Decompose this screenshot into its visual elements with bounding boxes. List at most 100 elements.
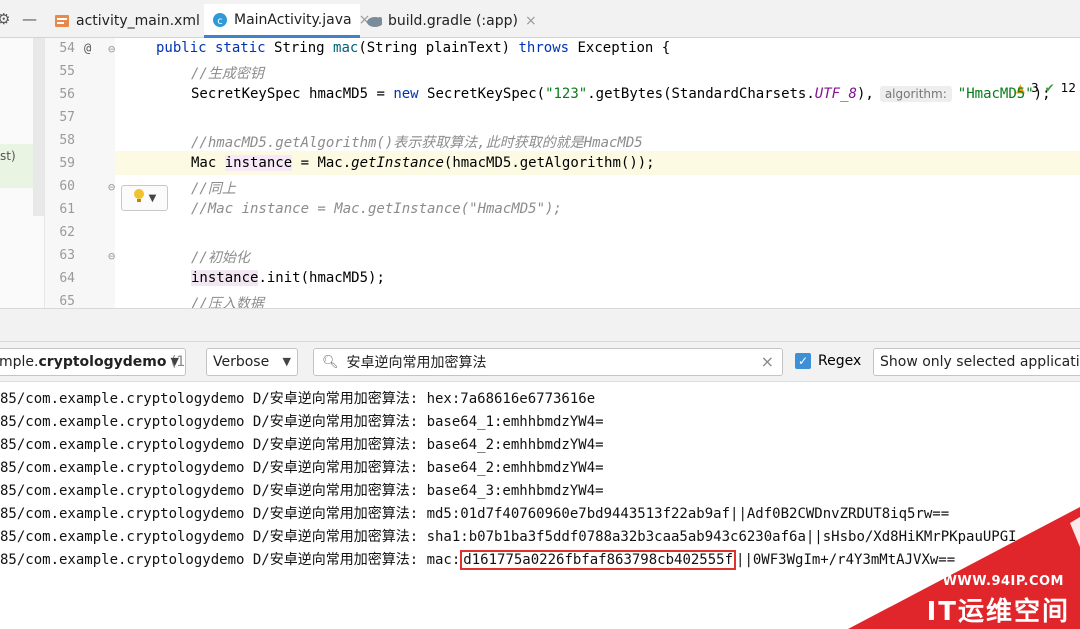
override-marker[interactable]: @ <box>84 41 91 55</box>
process-label: mple.cryptologydemo (11 <box>0 354 185 370</box>
code-variable: instance <box>224 155 293 171</box>
parameter-hint: algorithm: <box>879 86 952 102</box>
code-line-63: //初始化 <box>191 250 250 266</box>
code-text: SecretKeySpec( <box>418 86 546 102</box>
mac-highlight-box: d161775a0226fbfaf863798cb402555f <box>460 550 737 570</box>
close-icon[interactable]: × <box>525 13 537 29</box>
log-prefix: 85/com.example.cryptologydemo D/安卓逆向常用加密… <box>0 552 461 568</box>
watermark-brand: IT运维空间 <box>926 597 1070 627</box>
process-name-bold: cryptologydemo <box>38 354 167 370</box>
code-line-56: SecretKeySpec hmacMD5 = new SecretKeySpe… <box>191 86 1051 102</box>
code-text: (hmacMD5.getAlgorithm()); <box>443 155 655 171</box>
line-number: 62 <box>59 225 75 240</box>
log-level-label: Verbose <box>213 354 270 370</box>
code-line-60: //同上 <box>191 181 236 197</box>
tab-label: activity_main.xml <box>76 13 200 29</box>
gradle-icon <box>366 13 382 29</box>
code-constant: UTF_8 <box>814 86 857 102</box>
scrollbar[interactable] <box>33 38 44 216</box>
fold-icon[interactable]: ⊖ <box>108 180 115 194</box>
process-selector[interactable]: mple.cryptologydemo (11 ▼ <box>0 348 186 376</box>
editor-tab-bar: ⚙ — activity_main.xml × c MainActivity.j… <box>0 0 1080 38</box>
chevron-down-icon: ▼ <box>148 192 157 204</box>
filter-label: Show only selected application <box>880 354 1080 370</box>
line-number: 64 <box>59 271 75 286</box>
line-number: 60 <box>59 179 75 194</box>
clear-icon[interactable]: × <box>761 352 774 371</box>
tool-window-strip: st) <box>0 38 45 308</box>
fold-icon[interactable]: ⊖ <box>108 249 115 263</box>
tab-label: build.gradle (:app) <box>388 13 518 29</box>
tab-main-activity-java[interactable]: c MainActivity.java × <box>204 4 370 38</box>
chevron-down-icon: ▼ <box>282 355 291 368</box>
code-keyword: public static <box>156 40 266 56</box>
log-search-input[interactable]: 🔍︎ 安卓逆向常用加密算法 × <box>313 348 783 376</box>
code-type: Mac <box>191 155 225 171</box>
checkbox-checked-icon: ✓ <box>795 353 811 369</box>
log-line: 85/com.example.cryptologydemo D/安卓逆向常用加密… <box>0 460 604 476</box>
gear-icon[interactable]: ⚙ <box>0 10 10 28</box>
code-string: "HmacMD5" <box>957 86 1034 102</box>
run-label: st) <box>0 149 16 163</box>
log-line: 85/com.example.cryptologydemo D/安卓逆向常用加密… <box>0 437 604 453</box>
code-text: .getBytes(StandardCharsets. <box>587 86 815 102</box>
log-line: 85/com.example.cryptologydemo D/安卓逆向常用加密… <box>0 414 604 430</box>
code-type: SecretKeySpec <box>191 86 310 102</box>
code-keyword: throws <box>518 40 570 56</box>
tab-label: MainActivity.java <box>234 11 352 28</box>
line-number: 56 <box>59 87 75 102</box>
line-number: 63 <box>59 248 75 263</box>
log-line: 85/com.example.cryptologydemo D/安卓逆向常用加密… <box>0 391 596 407</box>
tab-activity-main-xml[interactable]: activity_main.xml × <box>54 4 219 38</box>
line-number: 54 <box>59 41 75 56</box>
log-line: 85/com.example.cryptologydemo D/安卓逆向常用加密… <box>0 483 604 499</box>
line-number: 55 <box>59 64 75 79</box>
log-line-mac: 85/com.example.cryptologydemo D/安卓逆向常用加密… <box>0 549 955 570</box>
code-editor[interactable]: st) 54 55 56 57 58 59 60 61 62 63 64 65 … <box>0 38 1080 308</box>
check-count: 12 <box>1060 81 1076 95</box>
code-text: ); <box>1033 86 1051 102</box>
log-line: 85/com.example.cryptologydemo D/安卓逆向常用加密… <box>0 506 950 522</box>
chevron-down-icon: ▼ <box>170 355 179 368</box>
panel-splitter[interactable] <box>0 308 1080 342</box>
lightbulb-icon <box>133 188 145 208</box>
line-number: 65 <box>59 294 75 308</box>
code-line-64: instance.init(hmacMD5); <box>191 270 385 286</box>
search-query: 安卓逆向常用加密算法 <box>346 355 487 371</box>
search-icon: 🔍︎ <box>322 354 339 370</box>
code-method-call: getInstance <box>351 155 444 171</box>
line-number: 59 <box>59 156 75 171</box>
code-text: .init(hmacMD5); <box>258 270 385 286</box>
regex-checkbox[interactable]: ✓ Regex <box>795 353 861 369</box>
code-text: = Mac. <box>292 155 352 171</box>
code-line-61: //Mac instance = Mac.getInstance("HmacMD… <box>191 201 562 217</box>
code-keyword: new <box>393 86 419 102</box>
code-variable: hmacMD5 <box>309 86 369 102</box>
line-number: 58 <box>59 133 75 148</box>
tab-build-gradle[interactable]: build.gradle (:app) × <box>366 4 537 38</box>
watermark: WWW.94IP.COM IT运维空间 <box>848 507 1080 629</box>
svg-text:c: c <box>217 16 223 27</box>
code-params: (String plainText) <box>358 40 511 56</box>
code-string: "123" <box>545 86 588 102</box>
code-line-58: //hmacMD5.getAlgorithm()表示获取算法,此时获取的就是Hm… <box>191 135 643 151</box>
code-text: ), <box>856 86 874 102</box>
log-level-select[interactable]: Verbose ▼ <box>206 348 298 376</box>
xml-file-icon <box>54 13 70 29</box>
logcat-toolbar: mple.cryptologydemo (11 ▼ Verbose ▼ 🔍︎ 安… <box>0 342 1080 382</box>
code-variable: instance <box>191 270 259 286</box>
code-method-name: mac <box>333 40 359 56</box>
line-number: 57 <box>59 110 75 125</box>
filter-select[interactable]: Show only selected application <box>873 348 1080 376</box>
code-text: = <box>368 86 394 102</box>
code-line-59: Mac instance = Mac.getInstance(hmacMD5.g… <box>191 155 655 171</box>
code-line-65: //压入数据 <box>191 296 264 308</box>
code-line-55: //生成密钥 <box>191 66 264 82</box>
code-exception: Exception { <box>577 40 671 56</box>
code-type: String <box>274 40 325 56</box>
fold-icon[interactable]: ⊖ <box>108 42 115 56</box>
minimize-icon[interactable]: — <box>22 10 37 28</box>
regex-label: Regex <box>818 353 862 369</box>
watermark-url: WWW.94IP.COM <box>942 574 1064 589</box>
intention-actions-button[interactable]: ▼ <box>121 185 168 211</box>
